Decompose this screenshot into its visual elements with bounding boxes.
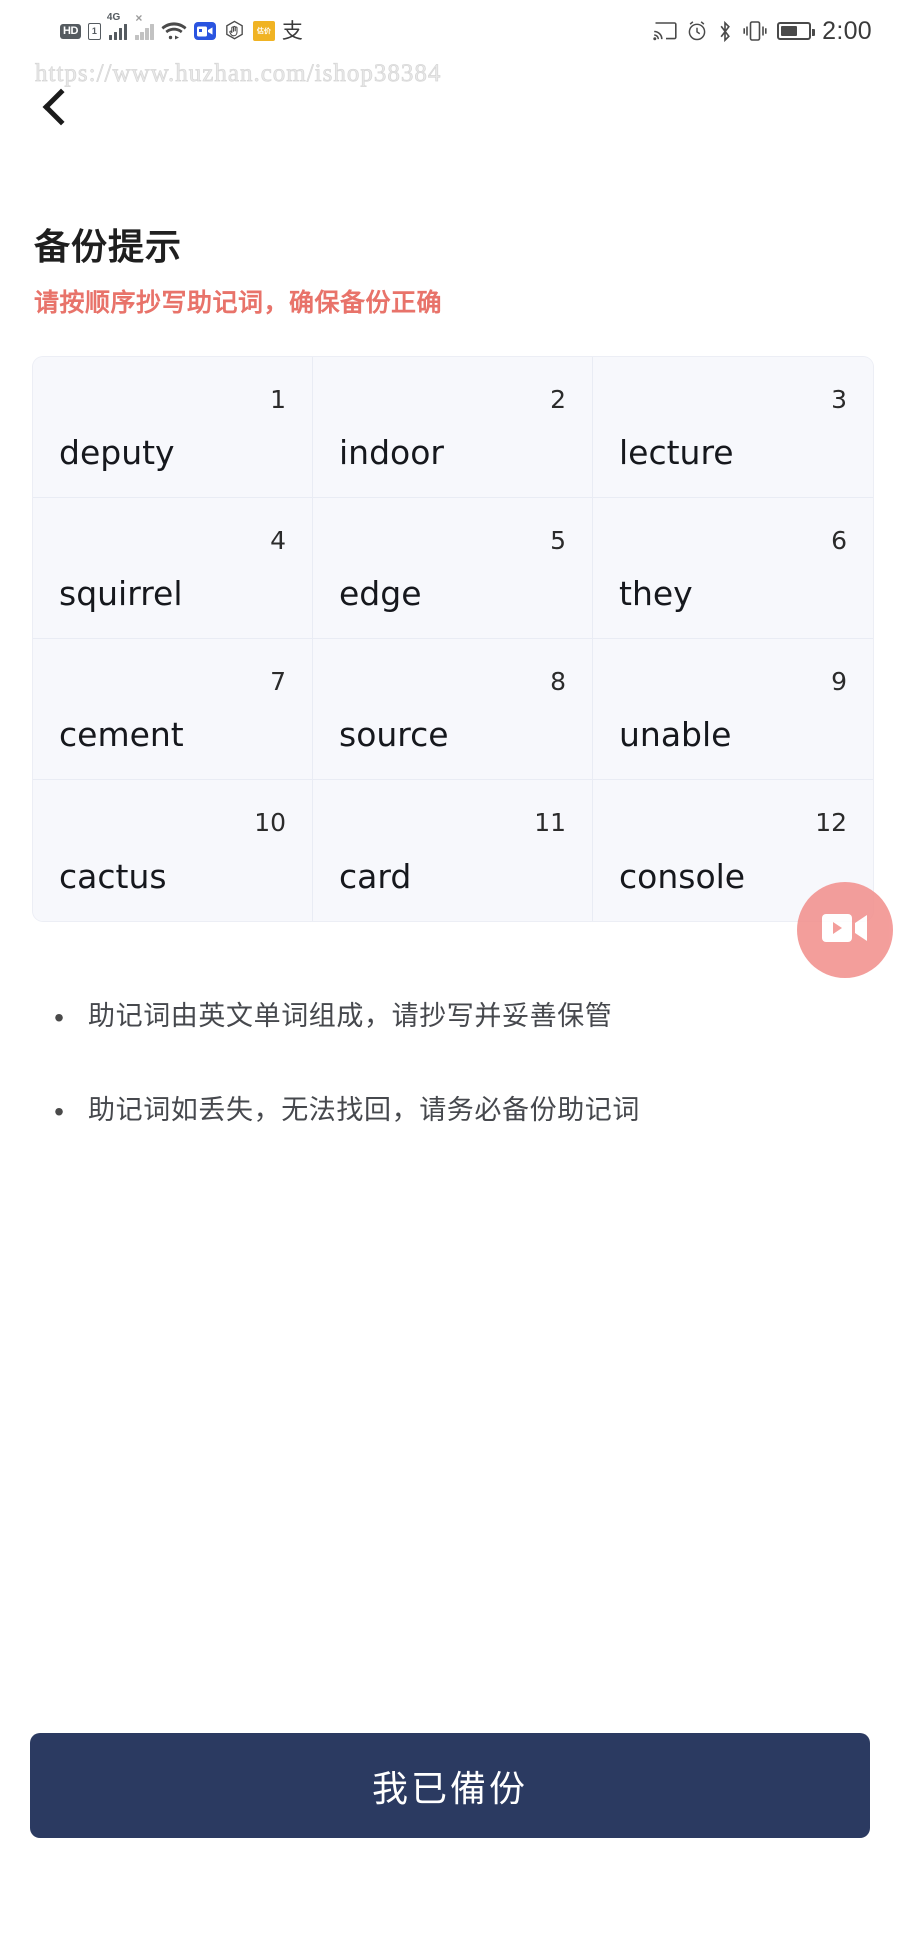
back-button[interactable] — [22, 72, 92, 142]
word-text: console — [619, 860, 847, 893]
word-index: 1 — [270, 385, 286, 414]
mnemonic-word-cell[interactable]: 6 they — [593, 498, 873, 639]
signal-bars-dim — [135, 23, 154, 40]
word-text: card — [339, 860, 566, 893]
mnemonic-word-cell[interactable]: 7 cement — [33, 639, 313, 780]
word-index: 3 — [831, 385, 847, 414]
mnemonic-word-cell[interactable]: 3 lecture — [593, 357, 873, 498]
signal-4g-icon: 4G — [108, 23, 128, 40]
word-text: indoor — [339, 436, 566, 469]
page-title: 备份提示 — [34, 218, 182, 270]
word-index: 9 — [831, 667, 847, 696]
mnemonic-word-cell[interactable]: 10 cactus — [33, 780, 313, 921]
note-text: 助记词由英文单词组成，请抄写并妥善保管 — [88, 1000, 612, 1032]
chevron-left-icon — [43, 89, 80, 126]
status-bar: HD 1 4G × — [0, 0, 900, 62]
video-app-icon — [194, 22, 216, 40]
video-record-icon — [822, 912, 868, 949]
word-index: 6 — [831, 526, 847, 555]
alarm-icon — [686, 20, 708, 42]
notes-list: • 助记词由英文单词组成，请抄写并妥善保管 • 助记词如丢失，无法找回，请务必备… — [30, 1000, 870, 1189]
signal-no-service-icon: × — [134, 23, 154, 40]
word-index: 10 — [254, 808, 286, 837]
wifi-icon — [161, 21, 187, 41]
battery-level-fill — [781, 26, 797, 36]
word-text: deputy — [59, 436, 286, 469]
word-text: squirrel — [59, 577, 286, 610]
phone-screen: HD 1 4G × — [0, 0, 900, 1950]
status-bar-left-icons: HD 1 4G × — [60, 20, 303, 43]
nav-bar — [0, 62, 900, 157]
word-text: lecture — [619, 436, 847, 469]
word-index: 8 — [550, 667, 566, 696]
word-text: unable — [619, 718, 847, 751]
word-text: cement — [59, 718, 286, 751]
word-text: edge — [339, 577, 566, 610]
alipay-icon: 支 — [282, 21, 303, 42]
confirm-backup-button[interactable]: 我已備份 — [30, 1733, 870, 1838]
mnemonic-word-cell[interactable]: 9 unable — [593, 639, 873, 780]
signal-bars — [109, 23, 128, 40]
word-text: they — [619, 577, 847, 610]
word-text: source — [339, 718, 566, 751]
network-type-label: 4G — [107, 12, 120, 23]
no-service-label: × — [135, 11, 142, 25]
word-index: 2 — [550, 385, 566, 414]
note-item: • 助记词由英文单词组成，请抄写并妥善保管 — [30, 1000, 870, 1032]
mnemonic-word-cell[interactable]: 5 edge — [313, 498, 593, 639]
hd-icon: HD — [60, 24, 81, 39]
mnemonic-word-cell[interactable]: 1 deputy — [33, 357, 313, 498]
mnemonic-word-cell[interactable]: 4 squirrel — [33, 498, 313, 639]
mnemonic-word-cell[interactable]: 2 indoor — [313, 357, 593, 498]
status-bar-right-icons: 2:00 — [653, 17, 882, 46]
mnemonic-word-cell[interactable]: 8 source — [313, 639, 593, 780]
screencast-icon — [653, 21, 677, 42]
vibrate-icon — [742, 20, 768, 42]
status-bar-clock: 2:00 — [822, 17, 872, 46]
note-item: • 助记词如丢失，无法找回，请务必备份助记词 — [30, 1094, 870, 1126]
backup-warning-text: 请按顺序抄写助记词，确保备份正确 — [34, 283, 442, 319]
sim-card-icon: 1 — [88, 23, 101, 40]
bluetooth-icon — [717, 20, 733, 43]
word-index: 12 — [815, 808, 847, 837]
mnemonic-word-cell[interactable]: 11 card — [313, 780, 593, 921]
word-index: 4 — [270, 526, 286, 555]
word-index: 7 — [270, 667, 286, 696]
floating-video-button[interactable] — [797, 882, 893, 978]
mnemonic-word-grid: 1 deputy 2 indoor 3 lecture 4 squirrel 5… — [33, 357, 873, 921]
word-index: 5 — [550, 526, 566, 555]
word-index: 11 — [534, 808, 566, 837]
bullet-icon: • — [30, 1094, 88, 1126]
battery-icon — [777, 22, 811, 40]
word-text: cactus — [59, 860, 286, 893]
note-text: 助记词如丢失，无法找回，请务必备份助记词 — [88, 1094, 640, 1126]
bullet-icon: • — [30, 1000, 88, 1032]
hand-stop-icon — [223, 20, 246, 43]
appraisal-app-icon: 估价 — [253, 21, 275, 41]
